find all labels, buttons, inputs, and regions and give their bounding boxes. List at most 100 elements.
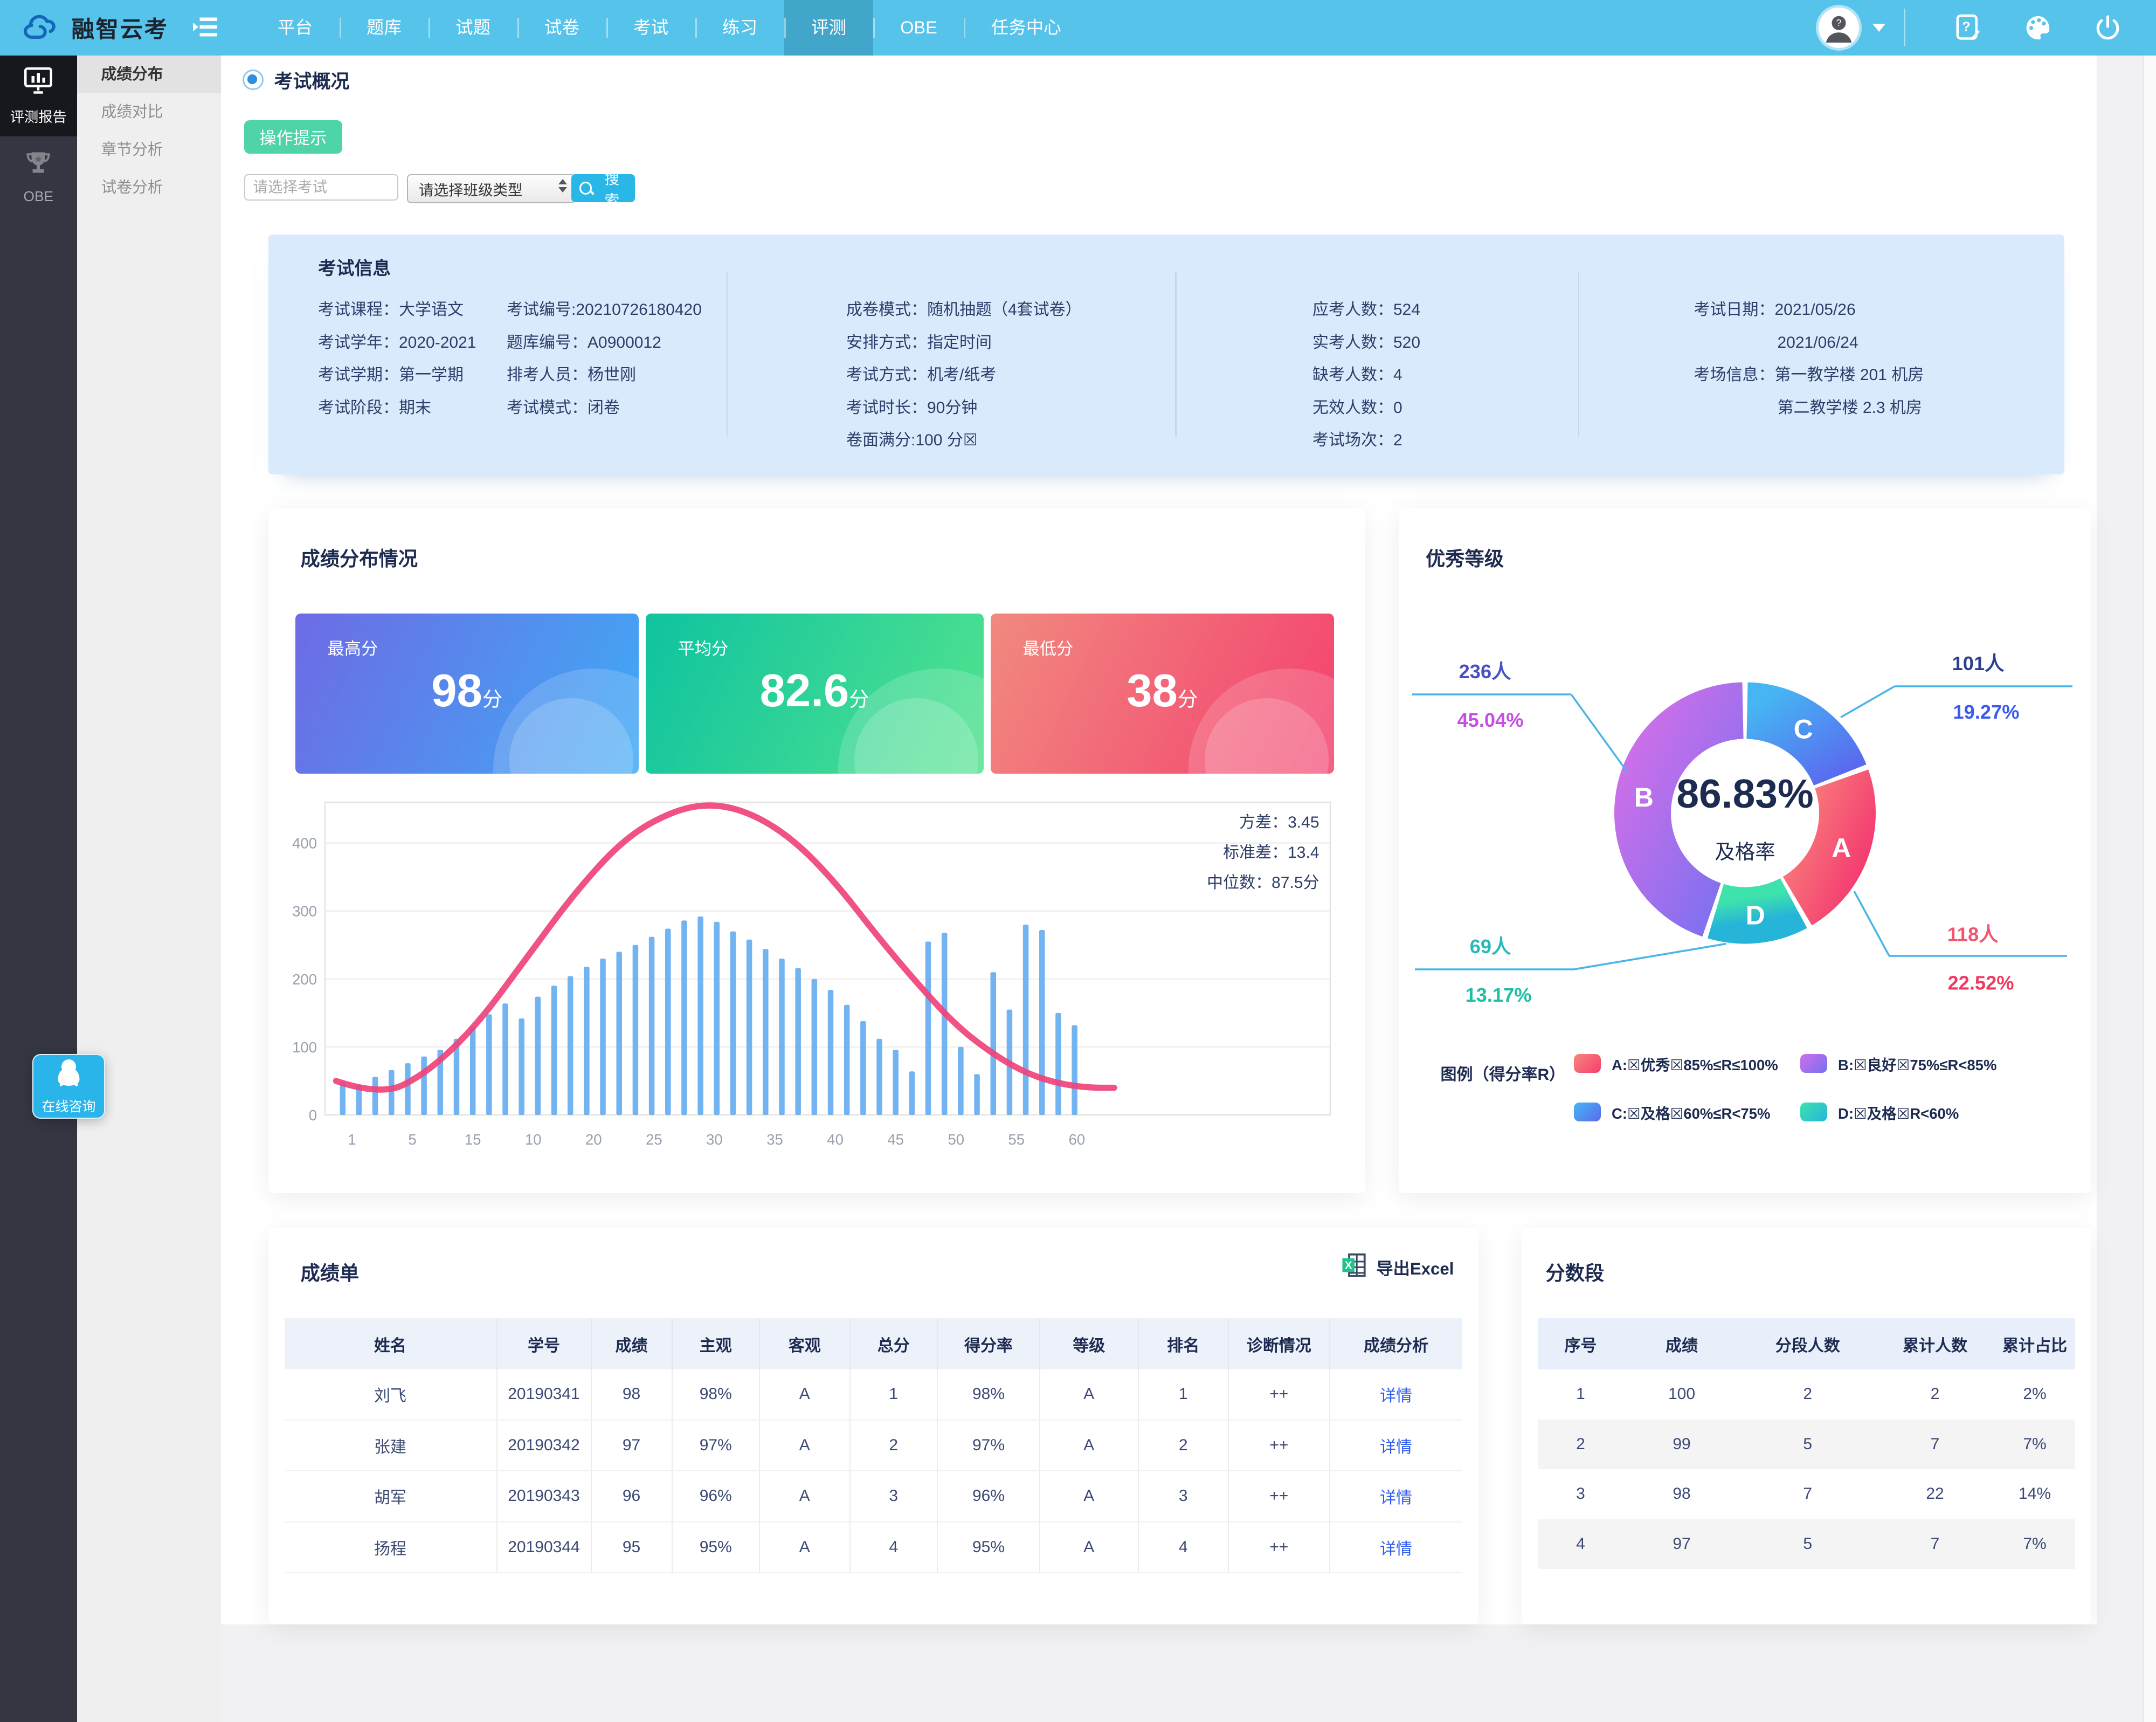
svg-text:20: 20 <box>585 1131 602 1148</box>
brand[interactable]: 融智云考 <box>19 0 169 56</box>
nav-item-3[interactable]: 试卷 <box>517 0 606 56</box>
legend-chip <box>1800 1054 1827 1073</box>
detail-link[interactable]: 详情 <box>1380 1382 1412 1406</box>
column-header: 总分 <box>851 1318 938 1369</box>
table-cell: A <box>1040 1421 1139 1471</box>
nav-item-8[interactable]: 任务中心 <box>964 0 1088 56</box>
navbar-right: ? ? <box>1819 0 2143 56</box>
search-button[interactable]: 搜索 <box>571 174 635 203</box>
grade-donut-chart: C101人19.27%A118人22.52%D69人13.17%B236人45.… <box>1399 608 2091 1026</box>
column-header: 序号 <box>1538 1318 1624 1369</box>
svg-text:X: X <box>1345 1259 1352 1271</box>
table-cell: A <box>1040 1369 1139 1420</box>
nav-item-0[interactable]: 平台 <box>251 0 340 56</box>
table-cell: 5 <box>1740 1420 1876 1470</box>
nav-item-5[interactable]: 练习 <box>695 0 784 56</box>
rail-item-OBE[interactable]: OBE <box>0 136 77 217</box>
nav-item-7[interactable]: OBE <box>873 0 964 56</box>
exam-overview-radio[interactable] <box>243 70 264 91</box>
export-excel-button[interactable]: X 导出Excel <box>1341 1252 1454 1283</box>
table-cell: 1 <box>1538 1369 1624 1420</box>
legend-label: A:☒优秀☒85%≤R≤100% <box>1612 1053 1778 1074</box>
exam-info-item: 排考人员：杨世刚 <box>507 359 702 392</box>
exam-info-item: 安排方式：指定时间 <box>846 327 1082 360</box>
online-consult-button[interactable]: 在线咨询 <box>32 1054 105 1119</box>
table-cell: 4 <box>1538 1519 1624 1569</box>
exam-info-item: 实考人数：520 <box>1312 327 1420 360</box>
submenu-item-2[interactable]: 章节分析 <box>77 131 222 169</box>
table-row: 胡军201903439696%A396%A3++详情 <box>285 1471 1462 1523</box>
svg-text:B: B <box>1634 782 1654 812</box>
svg-text:236人: 236人 <box>1459 660 1511 683</box>
legend-title: 图例（得分率R） <box>1441 1061 1566 1085</box>
nav-item-1[interactable]: 题库 <box>340 0 429 56</box>
nav-item-6[interactable]: 评测 <box>784 0 873 56</box>
svg-text:1: 1 <box>348 1131 356 1148</box>
scrollbar[interactable] <box>2143 56 2156 1722</box>
column-header: 诊断情况 <box>1229 1318 1330 1369</box>
metric-line: 方差：3.45 <box>1207 808 1319 838</box>
class-type-select[interactable]: 请选择班级类型 <box>407 174 575 203</box>
metric-line: 标准差：13.4 <box>1207 838 1319 868</box>
detail-link[interactable]: 详情 <box>1380 1484 1412 1508</box>
exam-info-item: 题库编号：A0900012 <box>507 327 702 360</box>
submenu-item-1[interactable]: 成绩对比 <box>77 93 222 131</box>
column-header: 累计占比 <box>1994 1318 2075 1369</box>
svg-text:0: 0 <box>308 1107 316 1124</box>
table-cell: ++ <box>1229 1369 1330 1420</box>
table-cell: 5 <box>1740 1519 1876 1569</box>
svg-text:69人: 69人 <box>1470 935 1511 958</box>
table-cell: 3 <box>851 1471 938 1521</box>
exam-select-input[interactable] <box>244 174 399 201</box>
svg-text:13.17%: 13.17% <box>1466 984 1532 1006</box>
submenu-item-3[interactable]: 试卷分析 <box>77 169 222 206</box>
exam-info-item: 卷面满分:100 分☒ <box>846 424 1082 457</box>
nav-item-2[interactable]: 试题 <box>429 0 517 56</box>
palette-icon[interactable] <box>2023 13 2053 43</box>
main-menu: 平台题库试题试卷考试练习评测OBE任务中心 <box>251 0 1088 56</box>
app: 融智云考 平台题库试题试卷考试练习评测OBE任务中心 ? <box>0 0 2156 1722</box>
exam-info-item: 考试日期：2021/05/26 <box>1694 294 1924 327</box>
svg-text:19.27%: 19.27% <box>1953 701 2020 723</box>
table-cell: A <box>1040 1471 1139 1521</box>
online-consult-label: 在线咨询 <box>42 1096 95 1115</box>
power-icon[interactable] <box>2093 13 2123 43</box>
exam-info-column-1: 考试编号:20210726180420题库编号：A0900012排考人员：杨世刚… <box>507 294 702 424</box>
table-cell: 98 <box>1624 1469 1740 1519</box>
section-title: 考试概况 <box>274 66 350 94</box>
rail-item-评测报告[interactable]: 评测报告 <box>0 56 77 136</box>
help-doc-icon[interactable]: ? <box>1953 13 1982 43</box>
table-cell: 2 <box>1740 1369 1876 1420</box>
svg-text:101人: 101人 <box>1952 652 2005 674</box>
exam-info-item: 考试模式：闭卷 <box>507 392 702 425</box>
stat-card-1: 平均分82.6分 <box>646 614 984 774</box>
navbar-divider <box>1904 9 1906 46</box>
avatar[interactable]: ? <box>1819 8 1859 48</box>
stat-label: 最高分 <box>328 635 378 659</box>
svg-text:45.04%: 45.04% <box>1457 709 1524 731</box>
column-header: 客观 <box>760 1318 851 1369</box>
table-cell: 7 <box>1876 1420 1994 1470</box>
collapse-menu-icon[interactable] <box>193 16 217 38</box>
table-header-row: 姓名学号成绩主观客观总分得分率等级排名诊断情况成绩分析 <box>285 1318 1462 1369</box>
distribution-metrics: 方差：3.45标准差：13.4中位数：87.5分 <box>1207 808 1319 899</box>
table-cell: 1 <box>851 1369 938 1420</box>
table-cell: 2 <box>1538 1420 1624 1470</box>
table-cell: 98% <box>938 1369 1040 1420</box>
column-header: 成绩分析 <box>1330 1318 1462 1369</box>
table-cell: A <box>760 1369 851 1420</box>
operation-tip-button[interactable]: 操作提示 <box>244 120 343 154</box>
exam-info-item: 考试场次：2 <box>1312 424 1420 457</box>
brand-logo-icon <box>19 8 59 48</box>
exam-info-item: 考试学年：2020-2021 <box>318 327 476 360</box>
nav-item-4[interactable]: 考试 <box>606 0 695 56</box>
exam-info-column-3: 应考人数：524实考人数：520缺考人数：4无效人数：0考试场次：2 <box>1312 294 1420 457</box>
caret-down-icon[interactable] <box>1872 24 1885 32</box>
submenu-item-0[interactable]: 成绩分布 <box>77 56 222 93</box>
score-list-card: 成绩单 X 导出Excel 姓名学号成绩主观客观总分得分率等级排名诊断情况成绩分… <box>268 1228 1478 1624</box>
legend-label: B:☒良好☒75%≤R<85% <box>1838 1053 1996 1074</box>
detail-link[interactable]: 详情 <box>1380 1434 1412 1457</box>
table-cell: 1 <box>1139 1369 1229 1420</box>
exam-info-title: 考试信息 <box>318 253 391 280</box>
detail-link[interactable]: 详情 <box>1380 1535 1412 1559</box>
